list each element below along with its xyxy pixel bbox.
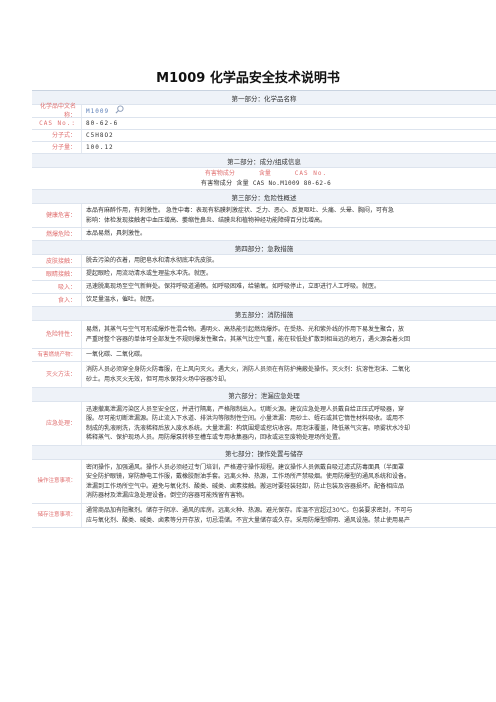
composition-row: 有害物成分 含量 CAS No. 有害物成分 含量 CAS No.M1009 8… (32, 168, 496, 190)
hazard-row: 危险特性： 易燃，其蒸气与空气可形成爆炸性混合物。遇明火、高热能引起燃烧爆炸。在… (32, 321, 496, 349)
extinguish-label: 灭火方法： (32, 362, 82, 387)
operation-line: 消防器材及泄漏应急处理设备。倒空的容器可能残留有害物。 (86, 492, 249, 499)
emergency-value: 迅速撤离泄漏污染区人员至安全区，并进行隔离，严格限制出入。切断火源。建议应急处理… (82, 402, 496, 445)
formula-row: 分子式： C5H8O2 (32, 130, 496, 142)
emergency-line: 迅速撤离泄漏污染区人员至安全区，并进行隔离，严格限制出入。切断火源。建议应急处理… (86, 405, 405, 413)
col-content: 含量 (258, 170, 271, 177)
emergency-row: 应急处理： 迅速撤离泄漏污染区人员至安全区，并进行隔离，严格限制出入。切断火源。… (32, 402, 496, 446)
extinguish-row: 灭火方法： 消防人员必须穿全身防火防毒服，在上风向灭火。遇大火，消防人员须在有防… (32, 362, 496, 388)
hazard-label: 危险特性： (32, 321, 82, 348)
operation-row: 操作注意事项： 密闭操作，加强通风。操作人员必须经过专门培训，严格遵守操作规程。… (32, 460, 496, 504)
operation-value: 密闭操作，加强通风。操作人员必须经过专门培训，严格遵守操作规程。建议操作人员佩戴… (82, 460, 496, 503)
section-heading: 第六部分：泄漏应急处理 (228, 391, 300, 400)
operation-label: 操作注意事项： (32, 460, 82, 503)
formula-label: 分子式： (32, 130, 82, 141)
composition-cell: 有害物成分 含量 CAS No. 有害物成分 含量 CAS No.M1009 8… (32, 168, 496, 189)
hazard-value: 易燃，其蒸气与空气可形成爆炸性混合物。遇明火、高热能引起燃烧爆炸。在受热、光和紫… (82, 321, 496, 348)
operation-line: 密闭操作，加强通风。操作人员必须经过专门培训，严格遵守操作规程。建议操作人员佩戴… (86, 463, 405, 471)
cas-value: 80-62-6 (86, 119, 119, 127)
health-value: 本品有麻醉作用，有刺激性。 急性中毒：表现有粘膜刺激症状、乏力、恶心、反复呕吐、… (82, 204, 496, 227)
document-title: M1009 化学品安全技术说明书 (156, 71, 340, 86)
col-cas: CAS No. (294, 170, 328, 177)
storage-row: 储存注意事项： 通常商品加有阻聚剂。储存于阴凉、通风的库房。远离火种、热源。避光… (32, 504, 496, 528)
section-header-part6: 第六部分：泄漏应急处理 (32, 388, 496, 402)
section-heading: 第二部分：成分/组成信息 (227, 157, 301, 166)
cas-row: CAS No.: 80-62-6 (32, 118, 496, 130)
section-heading: 第一部分：化学品名称 (231, 94, 297, 103)
storage-label: 储存注意事项： (32, 504, 82, 527)
fire-value: 本品易燃，具刺激性。 (86, 230, 147, 238)
name-row: 化学品中文名称： M1009 (32, 103, 496, 119)
ingestion-label: 食入： (32, 294, 82, 306)
skin-row: 皮肤接触： 脱去污染的衣着，用肥皂水和清水彻底冲洗皮肤。 (32, 255, 496, 268)
eye-value: 提起眼睑，用流动清水或生理盐水冲洗。就医。 (86, 270, 213, 278)
name-label: 化学品中文名称： (32, 103, 82, 119)
health-line: 本品有麻醉作用，有刺激性。 急性中毒：表现有粘膜刺激症状、乏力、恶心、反复呕吐、… (86, 207, 394, 214)
msds-table: 第一部分：化学品名称 化学品中文名称： M1009 CAS No.: 80-62… (32, 90, 496, 528)
combustion-label: 有害燃烧产物： (32, 349, 82, 361)
extinguish-value: 消防人员必须穿全身防火防毒服，在上风向灭火。遇大火，消防人员须在有防护掩蔽处操作… (82, 362, 496, 387)
section-heading: 第三部分：危险性概述 (231, 193, 297, 202)
cas-label: CAS No.: (32, 118, 82, 129)
emergency-label: 应急处理： (32, 402, 82, 445)
formula-value: C5H8O2 (86, 131, 114, 139)
section-header-part2: 第二部分：成分/组成信息 (32, 154, 496, 168)
storage-value: 通常商品加有阻聚剂。储存于阴凉、通风的库房。远离火种、热源。避光保存。库温不宜超… (82, 504, 496, 527)
inhalation-label: 吸入： (32, 281, 82, 293)
section-header-part7: 第七部分：操作处置与储存 (32, 446, 496, 460)
search-icon[interactable] (115, 105, 124, 117)
health-row: 健康危害： 本品有麻醉作用，有刺激性。 急性中毒：表现有粘膜刺激症状、乏力、恶心… (32, 204, 496, 228)
section-header-part3: 第三部分：危险性概述 (32, 190, 496, 204)
hazard-line: 严重时整个容器的单体可全部发生不规则爆发性聚合。其蒸气比空气重，能在较低处扩散到… (86, 335, 411, 343)
storage-line: 通常商品加有阻聚剂。储存于阴凉、通风的库房。远离火种、热源。避光保存。库温不宜超… (86, 507, 413, 514)
combustion-row: 有害燃烧产物： 一氧化碳、二氧化碳。 (32, 349, 496, 362)
emergency-line: 服。尽可能切断泄漏源。防止流入下水道、排洪沟等限制性空间。小量泄漏：用砂土、蛭石… (86, 415, 405, 422)
fire-label: 燃爆危险： (32, 228, 82, 240)
col-hazard: 有害物成分 (204, 170, 235, 177)
skin-value: 脱去污染的衣着，用肥皂水和清水彻底冲洗皮肤。 (86, 257, 219, 265)
combustion-value: 一氧化碳、二氧化碳。 (86, 351, 147, 359)
section-header-part1: 第一部分：化学品名称 (32, 91, 496, 105)
composition-value: 有害物成分 含量 CAS No.M1009 80-62-6 (200, 179, 332, 187)
section-heading: 第五部分：消防措施 (234, 310, 294, 319)
fire-row: 燃爆危险： 本品易燃，具刺激性。 (32, 228, 496, 241)
emergency-line: 稀释蒸气、保护现场人员。用防爆泵转移至槽车或专用收集器内，回收或运至废物处理场所… (86, 434, 345, 441)
extinguish-line: 砂土。用水灭火无效，但可用水保持火场中容器冷却。 (86, 375, 231, 383)
hazard-line: 易燃，其蒸气与空气可形成爆炸性混合物。遇明火、高热能引起燃烧爆炸。在受热、光和紫… (86, 326, 405, 333)
ingestion-row: 食入： 饮足量温水，催吐。就医。 (32, 294, 496, 307)
health-line: 影响：体检发现接触者中血压增高、萎缩性鼻炎、结膜炎和植物神经功能障碍百分比增高。 (86, 216, 327, 224)
storage-line: 应与氧化剂、酸类、碱类、卤素等分开存放，切忌混储。不宜大量储存或久存。采用防爆型… (86, 516, 411, 524)
section-heading: 第七部分：操作处置与储存 (225, 449, 303, 458)
eye-label: 眼睛接触： (32, 268, 82, 280)
health-label: 健康危害： (32, 204, 82, 227)
skin-label: 皮肤接触： (32, 255, 82, 267)
name-value-cell: M1009 (82, 105, 496, 117)
section-heading: 第四部分：急救措施 (234, 244, 294, 253)
mw-value: 100.12 (86, 143, 114, 151)
extinguish-line: 消防人员必须穿全身防火防毒服，在上风向灭火。遇大火，消防人员须在有防护掩蔽处操作… (86, 366, 411, 373)
name-value: M1009 (86, 107, 110, 115)
inhalation-row: 吸入： 迅速脱离现场至空气新鲜处。保持呼吸道通畅。如呼吸困难，给输氧。如呼吸停止… (32, 281, 496, 294)
operation-line: 安全防护眼镜，穿防静电工作服，戴橡胶耐油手套。远离火种、热源，工作场所严禁吸烟。… (86, 473, 411, 480)
section-header-part5: 第五部分：消防措施 (32, 307, 496, 321)
eye-row: 眼睛接触： 提起眼睑，用流动清水或生理盐水冲洗。就医。 (32, 268, 496, 281)
mw-label: 分子量： (32, 142, 82, 153)
mw-row: 分子量： 100.12 (32, 142, 496, 154)
section-header-part4: 第四部分：急救措施 (32, 241, 496, 255)
inhalation-value: 迅速脱离现场至空气新鲜处。保持呼吸道通畅。如呼吸困难，给输氧。如呼吸停止，立即进… (86, 283, 381, 291)
emergency-line: 制成的乳液刷洗，洗液稀释后放入废水系统。大量泄漏：构筑围堤或挖坑收容。用泡沫覆盖… (86, 424, 411, 432)
composition-headers: 有害物成分 含量 CAS No. (205, 169, 327, 179)
document-page: M1009 化学品安全技术说明书 第一部分：化学品名称 化学品中文名称： M10… (0, 0, 496, 702)
operation-line: 泄漏到工作场所空气中。避免与氧化剂、酸类、碱类、卤素接触。搬运时要轻装轻卸，防止… (86, 482, 405, 490)
ingestion-value: 饮足量温水，催吐。就医。 (86, 296, 159, 304)
